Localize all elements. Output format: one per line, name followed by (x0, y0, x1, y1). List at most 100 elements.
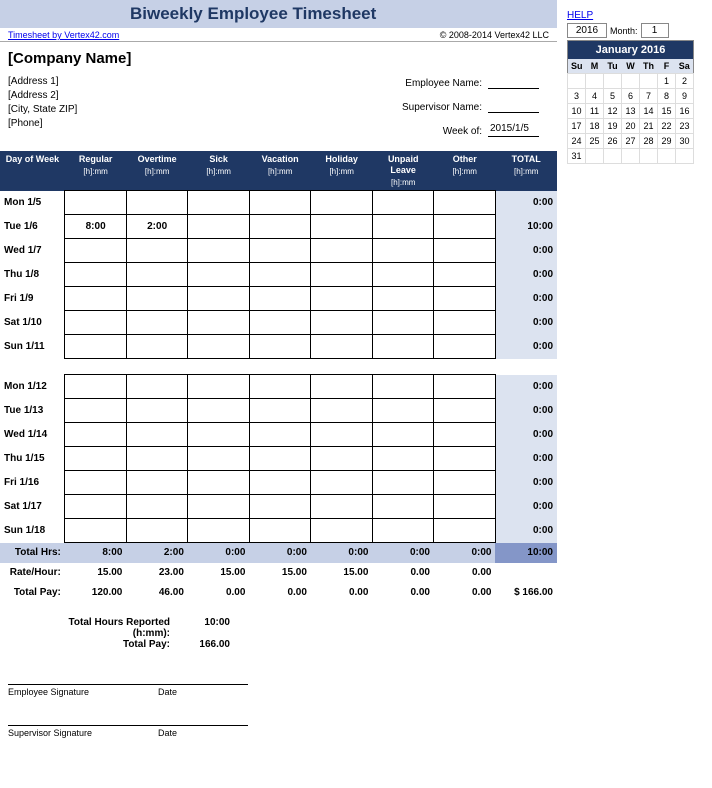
hours-cell[interactable] (311, 311, 373, 335)
hours-cell[interactable] (188, 239, 250, 263)
hours-cell[interactable] (126, 191, 188, 215)
hours-cell[interactable] (434, 311, 496, 335)
calendar-day[interactable]: 12 (604, 104, 622, 119)
hours-cell[interactable] (372, 311, 434, 335)
hours-cell[interactable] (434, 215, 496, 239)
hours-cell[interactable] (311, 519, 373, 543)
hours-cell[interactable] (434, 471, 496, 495)
calendar-day[interactable]: 21 (640, 119, 658, 134)
calendar-day[interactable]: 11 (586, 104, 604, 119)
hours-cell[interactable] (249, 239, 311, 263)
hours-cell[interactable] (434, 495, 496, 519)
hours-cell[interactable] (188, 335, 250, 359)
hours-cell[interactable] (126, 495, 188, 519)
hours-cell[interactable]: 2:00 (126, 215, 188, 239)
hours-cell[interactable] (311, 239, 373, 263)
calendar-day[interactable]: 18 (586, 119, 604, 134)
hours-cell[interactable] (188, 375, 250, 399)
hours-cell[interactable] (188, 191, 250, 215)
hours-cell[interactable] (434, 375, 496, 399)
employee-signature-line[interactable]: Employee Signature Date (8, 684, 248, 697)
hours-cell[interactable] (311, 191, 373, 215)
hours-cell[interactable] (65, 287, 127, 311)
hours-cell[interactable] (311, 287, 373, 311)
calendar-day[interactable]: 27 (622, 134, 640, 149)
hours-cell[interactable] (311, 215, 373, 239)
calendar-day[interactable]: 14 (640, 104, 658, 119)
hours-cell[interactable] (434, 263, 496, 287)
hours-cell[interactable] (372, 447, 434, 471)
hours-cell[interactable] (126, 447, 188, 471)
hours-cell[interactable] (311, 399, 373, 423)
calendar-day[interactable]: 25 (586, 134, 604, 149)
hours-cell[interactable] (249, 423, 311, 447)
hours-cell[interactable] (188, 311, 250, 335)
hours-cell[interactable] (311, 335, 373, 359)
hours-cell[interactable] (372, 375, 434, 399)
hours-cell[interactable] (249, 335, 311, 359)
hours-cell[interactable] (434, 447, 496, 471)
hours-cell[interactable] (311, 471, 373, 495)
calendar-day[interactable]: 17 (568, 119, 586, 134)
calendar-day[interactable]: 16 (676, 104, 694, 119)
attribution-link[interactable]: Timesheet by Vertex42.com (8, 30, 119, 40)
calendar-day[interactable]: 24 (568, 134, 586, 149)
hours-cell[interactable] (126, 423, 188, 447)
hours-cell[interactable] (65, 311, 127, 335)
hours-cell[interactable] (126, 239, 188, 263)
hours-cell[interactable] (65, 335, 127, 359)
hours-cell[interactable] (249, 375, 311, 399)
hours-cell[interactable] (249, 215, 311, 239)
hours-cell[interactable] (65, 263, 127, 287)
hours-cell[interactable] (65, 471, 127, 495)
hours-cell[interactable] (126, 263, 188, 287)
calendar-day[interactable]: 19 (604, 119, 622, 134)
hours-cell[interactable] (249, 495, 311, 519)
hours-cell[interactable] (188, 519, 250, 543)
hours-cell[interactable] (249, 519, 311, 543)
hours-cell[interactable] (372, 191, 434, 215)
calendar-day[interactable]: 31 (568, 149, 586, 164)
hours-cell[interactable] (65, 519, 127, 543)
hours-cell[interactable] (372, 519, 434, 543)
calendar-month-input[interactable] (641, 23, 669, 38)
hours-cell[interactable] (372, 399, 434, 423)
calendar-day[interactable]: 29 (658, 134, 676, 149)
calendar-day[interactable]: 5 (604, 89, 622, 104)
hours-cell[interactable] (249, 471, 311, 495)
hours-cell[interactable] (311, 423, 373, 447)
calendar-day[interactable]: 10 (568, 104, 586, 119)
hours-cell[interactable] (65, 375, 127, 399)
hours-cell[interactable] (434, 335, 496, 359)
calendar-day[interactable]: 13 (622, 104, 640, 119)
hours-cell[interactable] (126, 375, 188, 399)
calendar-year-input[interactable] (567, 23, 607, 38)
hours-cell[interactable] (65, 239, 127, 263)
hours-cell[interactable] (434, 423, 496, 447)
hours-cell[interactable] (372, 495, 434, 519)
hours-cell[interactable] (188, 215, 250, 239)
calendar-day[interactable]: 15 (658, 104, 676, 119)
hours-cell[interactable] (249, 311, 311, 335)
hours-cell[interactable] (65, 423, 127, 447)
calendar-day[interactable]: 4 (586, 89, 604, 104)
hours-cell[interactable] (126, 335, 188, 359)
hours-cell[interactable] (126, 311, 188, 335)
hours-cell[interactable] (188, 471, 250, 495)
hours-cell[interactable] (311, 375, 373, 399)
calendar-day[interactable]: 9 (676, 89, 694, 104)
hours-cell[interactable] (249, 191, 311, 215)
calendar-day[interactable]: 23 (676, 119, 694, 134)
hours-cell[interactable] (372, 239, 434, 263)
hours-cell[interactable] (126, 287, 188, 311)
hours-cell[interactable] (188, 263, 250, 287)
hours-cell[interactable] (249, 287, 311, 311)
calendar-day[interactable]: 6 (622, 89, 640, 104)
calendar-day[interactable]: 8 (658, 89, 676, 104)
hours-cell[interactable]: 8:00 (65, 215, 127, 239)
hours-cell[interactable] (126, 471, 188, 495)
hours-cell[interactable] (126, 519, 188, 543)
hours-cell[interactable] (65, 495, 127, 519)
hours-cell[interactable] (434, 399, 496, 423)
hours-cell[interactable] (434, 191, 496, 215)
